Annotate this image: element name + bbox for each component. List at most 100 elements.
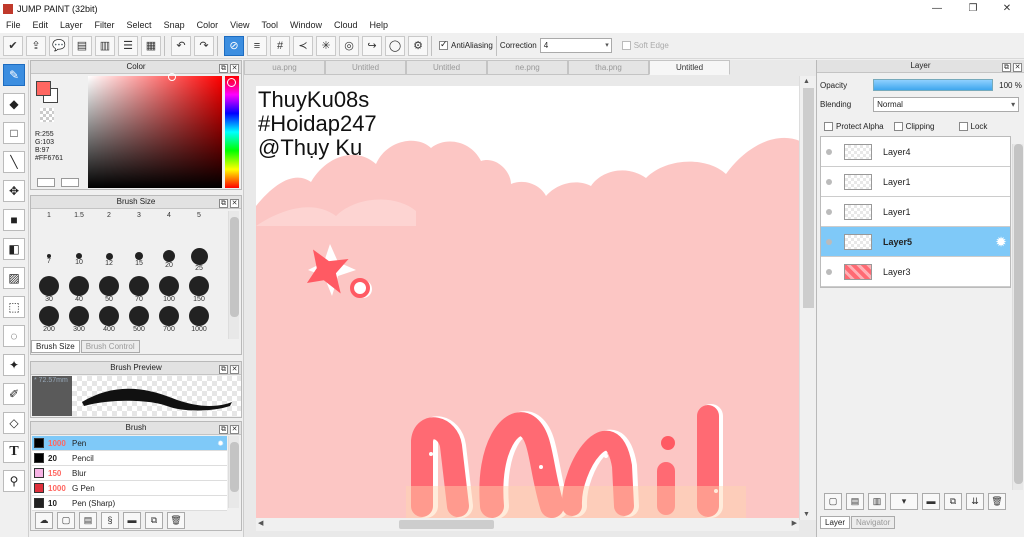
page-icon[interactable]: ▥ — [95, 35, 115, 56]
menu-window[interactable]: Window — [284, 20, 328, 30]
document-tab[interactable]: ua.png — [244, 60, 325, 75]
foreground-color-swatch[interactable] — [36, 81, 51, 96]
float-icon[interactable]: ⧉ — [219, 425, 228, 434]
pen-tool-icon[interactable]: ✎ — [3, 64, 25, 86]
scroll-left-icon[interactable]: ◀ — [258, 519, 263, 527]
hue-slider[interactable] — [225, 76, 239, 188]
float-icon[interactable]: ⧉ — [219, 64, 228, 73]
brush-list-item[interactable]: 150 Blur — [32, 466, 227, 481]
close-icon[interactable]: ✕ — [1013, 63, 1022, 72]
layer-item[interactable]: Layer1 — [821, 167, 1010, 197]
menu-color[interactable]: Color — [191, 20, 225, 30]
gear-icon[interactable]: ✹ — [217, 439, 224, 448]
tab-layer[interactable]: Layer — [820, 516, 851, 529]
move-tool-icon[interactable]: ✥ — [3, 180, 25, 202]
opacity-slider[interactable] — [873, 79, 994, 91]
snap-off-icon[interactable]: ⊘ — [224, 35, 244, 56]
duplicate-brush-icon[interactable]: ⧉ — [145, 512, 163, 529]
edit-grid-icon[interactable]: ▦ — [141, 35, 161, 56]
gradient-tool-icon[interactable]: ▨ — [3, 267, 25, 289]
document-tab[interactable]: tha.png — [568, 60, 649, 75]
visibility-icon[interactable] — [826, 208, 832, 215]
brush-list-item[interactable]: 1000 G Pen — [32, 481, 227, 496]
close-icon[interactable]: ✕ — [230, 64, 239, 73]
scroll-right-icon[interactable]: ▶ — [792, 519, 797, 527]
visibility-icon[interactable] — [826, 148, 832, 155]
canvas-horizontal-scrollbar[interactable]: ◀ ▶ — [256, 518, 799, 531]
brush-list-item[interactable]: 20 Pencil — [32, 451, 227, 466]
layer-menu-icon[interactable]: ▾ — [890, 492, 918, 510]
drawing-canvas[interactable]: ThuyKu08s #Hoidap247 @Thụy Ku — [256, 86, 800, 518]
undo-icon[interactable]: ↶ — [171, 35, 191, 56]
scroll-up-icon[interactable]: ▲ — [803, 78, 810, 85]
document-tab[interactable]: Untitled — [325, 60, 406, 75]
tab-navigator[interactable]: Navigator — [851, 516, 896, 529]
transparent-color-swatch[interactable] — [40, 108, 54, 122]
brush-list-item[interactable]: 10 Pen (Sharp) — [32, 496, 227, 511]
layer-list-scrollbar[interactable] — [1012, 144, 1023, 490]
lock-checkbox[interactable] — [958, 121, 968, 131]
document-tab[interactable]: Untitled — [406, 60, 487, 75]
layer-item[interactable]: Layer4 — [821, 137, 1010, 167]
bucket-tool-icon[interactable]: ◧ — [3, 238, 25, 260]
select-rect-tool-icon[interactable]: ⬚ — [3, 296, 25, 318]
menu-file[interactable]: File — [0, 20, 27, 30]
hue-handle[interactable] — [227, 78, 236, 87]
clipping-checkbox[interactable] — [893, 121, 903, 131]
brush-settings-icon[interactable]: § — [101, 512, 119, 529]
close-icon[interactable]: ✕ — [230, 365, 239, 374]
menu-tool[interactable]: Tool — [255, 20, 284, 30]
menu-layer[interactable]: Layer — [54, 20, 89, 30]
layer-item[interactable]: Layer5 ✹ — [821, 227, 1010, 257]
correction-select[interactable]: 4 ▾ — [539, 38, 612, 53]
brush-size-option[interactable]: 1000 — [184, 302, 214, 338]
document-tab[interactable]: Untitled — [649, 60, 730, 75]
antialiasing-checkbox[interactable]: ✓ — [439, 39, 448, 50]
text-tool-icon[interactable]: T — [3, 441, 25, 463]
visibility-icon[interactable] — [826, 178, 832, 185]
scrollbar-thumb[interactable] — [803, 88, 814, 308]
brush-size-option[interactable]: 400 — [94, 302, 124, 338]
menu-view[interactable]: View — [224, 20, 255, 30]
eyedropper-tool-icon[interactable]: ⚲ — [3, 470, 25, 492]
new-halftone-layer-icon[interactable]: ▤ — [846, 492, 864, 510]
layer-folder-icon[interactable]: ▬ — [922, 492, 940, 510]
brush-folder-icon[interactable]: ▬ — [123, 512, 141, 529]
protect-alpha-checkbox[interactable] — [824, 121, 833, 131]
delete-layer-icon[interactable]: 🗑 — [988, 492, 1006, 510]
layer-item[interactable]: Layer3 — [821, 257, 1010, 287]
menu-edit[interactable]: Edit — [27, 20, 55, 30]
tab-brush-size[interactable]: Brush Size — [31, 340, 80, 353]
magic-wand-tool-icon[interactable]: ✦ — [3, 354, 25, 376]
share-icon[interactable]: ⇪ — [26, 35, 46, 56]
soft-edge-checkbox[interactable] — [621, 41, 631, 50]
duplicate-layer-icon[interactable]: ⧉ — [944, 492, 962, 510]
new-8bit-layer-icon[interactable]: ▥ — [868, 492, 886, 510]
brush-list-scrollbar[interactable] — [228, 436, 239, 508]
brush-size-option[interactable]: 200 — [34, 302, 64, 338]
merge-layer-icon[interactable]: ⇊ — [966, 492, 984, 510]
snap-settings-icon[interactable]: ⚙ — [408, 35, 428, 56]
menu-cloud[interactable]: Cloud — [328, 20, 364, 30]
eraser-tool-icon[interactable]: ◆ — [3, 93, 25, 115]
menu-help[interactable]: Help — [364, 20, 395, 30]
tab-brush-control[interactable]: Brush Control — [80, 340, 140, 353]
curve-snap-icon[interactable]: ↪ — [362, 35, 382, 56]
document-tab[interactable]: ne.png — [487, 60, 568, 75]
close-icon[interactable]: ✕ — [230, 425, 239, 434]
brush-size-scrollbar[interactable] — [228, 211, 239, 339]
document-icon[interactable]: ▤ — [72, 35, 92, 56]
brush-size-option[interactable]: 500 — [124, 302, 154, 338]
brush-menu-icon[interactable]: ▤ — [79, 512, 97, 529]
rectangle-tool-icon[interactable]: □ — [3, 122, 25, 144]
visibility-icon[interactable] — [826, 238, 832, 245]
color-mode-button[interactable] — [37, 178, 55, 187]
radial-snap-icon[interactable]: ✳ — [316, 35, 336, 56]
picker-handle[interactable] — [168, 73, 176, 81]
saturation-value-picker[interactable] — [88, 73, 222, 188]
menu-filter[interactable]: Filter — [89, 20, 121, 30]
visibility-icon[interactable] — [826, 268, 832, 275]
color-history-button[interactable] — [61, 178, 79, 187]
restore-button[interactable]: ❐ — [956, 0, 990, 17]
scrollbar-thumb[interactable] — [399, 520, 494, 529]
